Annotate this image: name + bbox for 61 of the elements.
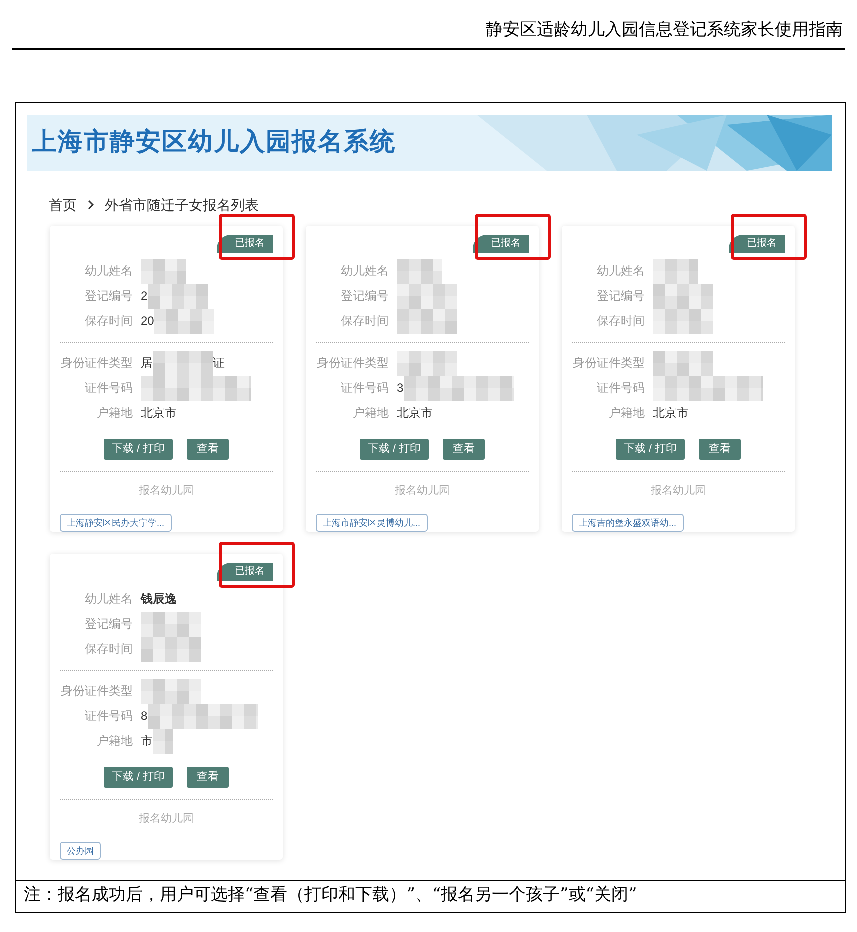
kindergarten-tag[interactable]: 上海市静安区灵博幼儿... (316, 514, 428, 532)
field-label: 幼儿姓名 (84, 263, 133, 280)
field-label: 幼儿姓名 (340, 263, 389, 280)
document-header: 静安区适龄幼儿入园信息登记系统家长使用指南 (486, 19, 844, 42)
field-label: 登记编号 (340, 288, 389, 305)
field-value: 北京市 (397, 405, 433, 422)
field-value: 8 (141, 708, 148, 725)
kindergarten-tag[interactable]: 上海静安区民办大宁学... (60, 514, 172, 532)
field-label: 身份证件类型 (316, 355, 389, 372)
download-print-button[interactable]: 下载 / 打印 (616, 438, 686, 460)
field-label: 证件号码 (84, 708, 133, 725)
view-button[interactable]: 查看 (187, 766, 230, 788)
field-value: 北京市 (141, 405, 177, 422)
field-label: 户籍地 (608, 405, 645, 422)
field-value: 3 (397, 380, 404, 397)
kindergarten-heading: 报名幼儿园 (395, 484, 450, 496)
field-label: 证件号码 (84, 380, 133, 397)
view-button[interactable]: 查看 (699, 438, 742, 460)
chevron-right-icon (87, 200, 95, 210)
field-label: 登记编号 (84, 616, 133, 633)
field-label: 证件号码 (340, 380, 389, 397)
download-print-button[interactable]: 下载 / 打印 (104, 438, 174, 460)
breadcrumb-current: 外省市随迁子女报名列表 (105, 196, 259, 214)
field-label: 证件号码 (596, 380, 645, 397)
field-label: 保存时间 (84, 641, 133, 658)
kindergarten-heading: 报名幼儿园 (139, 812, 194, 824)
status-badge: 已报名 (473, 234, 529, 252)
field-value: 钱辰逸 (141, 591, 177, 608)
download-print-button[interactable]: 下载 / 打印 (360, 438, 430, 460)
field-label: 身份证件类型 (60, 355, 133, 372)
kindergarten-tag[interactable]: 公办园 (60, 842, 101, 860)
status-badge: 已报名 (217, 234, 273, 252)
field-value: 2 (141, 288, 148, 305)
field-label: 保存时间 (340, 313, 389, 330)
breadcrumb-link[interactable]: 首页 (49, 194, 77, 216)
note-text: 注：报名成功后，用户可选择“查看（打印和下载）”、“报名另一个孩子”或“关闭” (24, 884, 638, 908)
view-button[interactable]: 查看 (187, 438, 230, 460)
field-value: 市 (141, 733, 153, 750)
field-value: 北京市 (653, 405, 689, 422)
field-value: 20 (141, 313, 154, 330)
system-title: 上海市静安区幼儿入园报名系统 (32, 126, 396, 158)
field-label: 户籍地 (96, 733, 133, 750)
field-label: 幼儿姓名 (84, 591, 133, 608)
status-badge: 已报名 (217, 562, 273, 580)
kindergarten-heading: 报名幼儿园 (139, 484, 194, 496)
field-label: 身份证件类型 (572, 355, 645, 372)
kindergarten-heading: 报名幼儿园 (651, 484, 706, 496)
field-label: 登记编号 (596, 288, 645, 305)
field-label: 户籍地 (352, 405, 389, 422)
field-label: 户籍地 (96, 405, 133, 422)
kindergarten-tag[interactable]: 上海吉的堡永盛双语幼... (572, 514, 684, 532)
field-label: 登记编号 (84, 288, 133, 305)
field-label: 身份证件类型 (60, 683, 133, 700)
view-button[interactable]: 查看 (443, 438, 486, 460)
status-badge: 已报名 (729, 234, 785, 252)
field-label: 保存时间 (84, 313, 133, 330)
field-value: 居 (141, 355, 153, 372)
field-label: 保存时间 (596, 313, 645, 330)
field-value: 证 (213, 355, 225, 372)
download-print-button[interactable]: 下载 / 打印 (104, 766, 174, 788)
field-label: 幼儿姓名 (596, 263, 645, 280)
